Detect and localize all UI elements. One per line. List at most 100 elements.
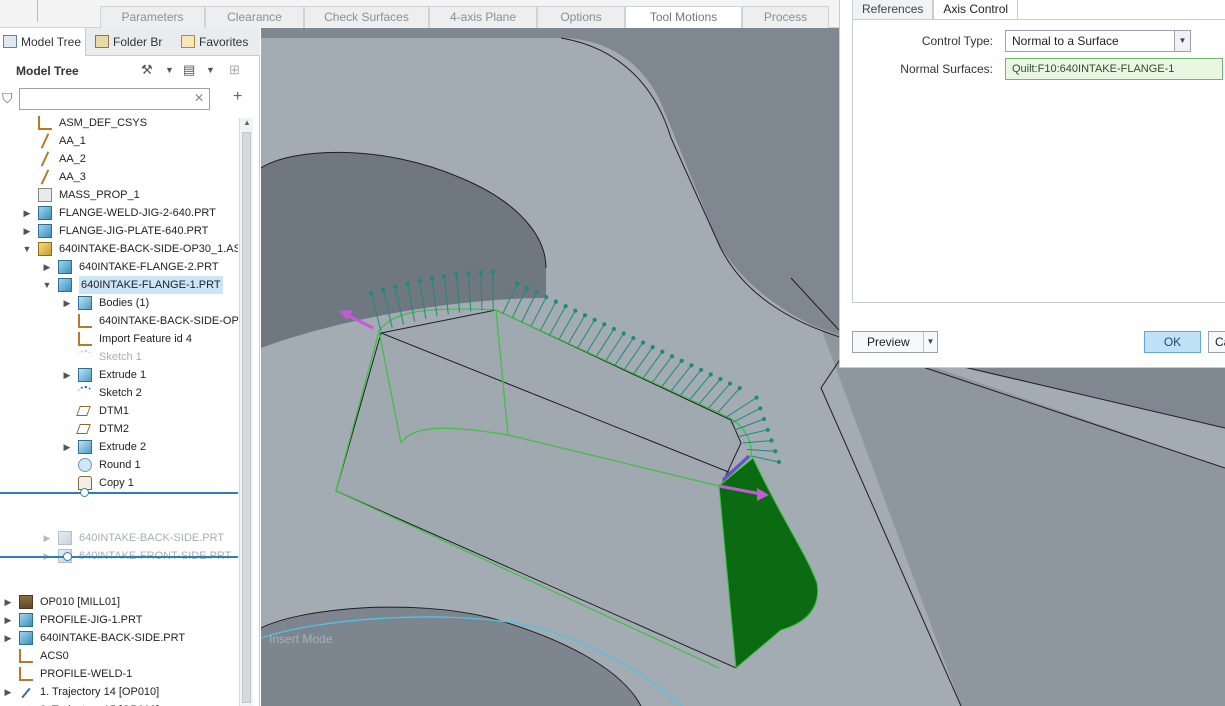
tree-item[interactable]: 640INTAKE-BACK-SIDE-OP30	[0, 312, 238, 330]
control-type-value: Normal to a Surface	[1012, 34, 1119, 48]
tree-item-label: Extrude 2	[99, 441, 147, 453]
scrollbar-thumb[interactable]	[242, 132, 251, 703]
chevron-down-icon[interactable]: ▼	[206, 65, 215, 83]
tree-item[interactable]: MASS_PROP_1	[0, 186, 238, 204]
tree-item[interactable]: ▶ OP010 [MILL01]	[0, 593, 238, 611]
show-icon[interactable]: ▤	[183, 62, 195, 80]
tree-item[interactable]: Round 1	[0, 456, 238, 474]
tree-item[interactable]: ▶ 640INTAKE-BACK-SIDE.PRT	[0, 529, 238, 547]
tab-options[interactable]: Options	[537, 6, 625, 28]
collapse-arrow-icon[interactable]: ▼	[42, 276, 52, 294]
expand-arrow-icon[interactable]: ▶	[42, 258, 52, 276]
nav-tab-folder-browser[interactable]: Folder Br	[95, 28, 167, 56]
tree-item[interactable]: Sketch 1	[0, 348, 238, 366]
expand-arrow-icon[interactable]: ▶	[3, 611, 13, 629]
tree-item[interactable]: ▼ 640INTAKE-FLANGE-1.PRT	[0, 276, 238, 294]
tree-item[interactable]: Import Feature id 4	[0, 330, 238, 348]
expand-arrow-icon[interactable]: ▶	[3, 629, 13, 647]
normal-vector-head	[708, 372, 713, 377]
tree-item[interactable]: DTM1	[0, 402, 238, 420]
tree-item[interactable]: AA_1	[0, 132, 238, 150]
tab-parameters[interactable]: Parameters	[100, 6, 205, 28]
part-icon	[38, 224, 52, 238]
preview-label: Preview	[867, 335, 910, 349]
expand-arrow-icon[interactable]: ▶	[3, 683, 13, 701]
chevron-down-icon[interactable]: ▼	[165, 65, 174, 83]
preview-button[interactable]: Preview ▼	[852, 331, 938, 353]
tree-item[interactable]: ▶ 640INTAKE-FLANGE-2.PRT	[0, 258, 238, 276]
nav-tab-model-tree[interactable]: Model Tree	[0, 28, 86, 56]
nav-tab-favorites[interactable]: Favorites	[181, 28, 260, 56]
ribbon-tabs: Parameters Clearance Check Surfaces 4-ax…	[100, 6, 829, 28]
expand-arrow-icon[interactable]: ▶	[22, 204, 32, 222]
tree-splitter[interactable]	[0, 556, 238, 558]
scroll-up-icon[interactable]: ▲	[241, 118, 253, 130]
tree-item-label: 640INTAKE-FLANGE-2.PRT	[79, 261, 219, 273]
tree-splitter[interactable]	[0, 492, 238, 494]
expand-arrow-icon[interactable]: ▶	[62, 438, 72, 456]
tree-scrollbar[interactable]: ▲	[239, 118, 253, 706]
expand-arrow-icon[interactable]: ▶	[22, 222, 32, 240]
tree-item[interactable]: AA_2	[0, 150, 238, 168]
tab-references[interactable]: References	[852, 0, 934, 20]
expand-arrow-icon[interactable]: ▶	[62, 366, 72, 384]
collapse-arrow-icon[interactable]: ▼	[22, 240, 32, 258]
close-icon[interactable]: ✕	[194, 91, 204, 105]
tree-item[interactable]: AA_3	[0, 168, 238, 186]
tree-item[interactable]: ASM_DEF_CSYS	[0, 114, 238, 132]
tree-columns-icon[interactable]: ⊞	[229, 62, 240, 80]
tree-item[interactable]: ▶ Extrude 1	[0, 366, 238, 384]
tree-settings-icon[interactable]: ⚒	[141, 62, 153, 80]
cancel-button[interactable]: Cancel	[1208, 331, 1225, 353]
control-type-label: Control Type:	[921, 34, 993, 48]
chevron-down-icon[interactable]: ▼	[923, 332, 937, 352]
operation-icon	[19, 595, 33, 609]
expand-arrow-icon[interactable]: ▶	[42, 529, 52, 547]
expand-arrow-icon[interactable]: ▶	[3, 701, 13, 706]
tree-item[interactable]: ▶ FLANGE-JIG-PLATE-640.PRT	[0, 222, 238, 240]
tab-axis-control[interactable]: Axis Control	[933, 0, 1019, 20]
splitter-handle[interactable]	[80, 488, 89, 497]
tree-item[interactable]: ▶ PROFILE-JIG-1.PRT	[0, 611, 238, 629]
mass-prop-icon	[38, 188, 52, 202]
tree-item[interactable]: ▶ 1. Trajectory 14 [OP010]	[0, 683, 238, 701]
tree-item[interactable]: ▶ Bodies (1)	[0, 294, 238, 312]
filter-icon[interactable]: ⛉	[2, 90, 13, 107]
extrude-icon	[78, 368, 92, 382]
tree-item[interactable]: ▶ FLANGE-WELD-JIG-2-640.PRT	[0, 204, 238, 222]
search-input[interactable]	[19, 88, 210, 110]
tree-item[interactable]: ▶ 2. Trajectory 15 [OP010]	[0, 701, 238, 706]
normal-vector-head	[524, 285, 530, 291]
tree-item[interactable]: Sketch 2	[0, 384, 238, 402]
tab-tool-motions[interactable]: Tool Motions	[625, 6, 742, 28]
normal-vector-head	[454, 272, 459, 277]
expand-arrow-icon[interactable]: ▶	[3, 593, 13, 611]
model-tree-icon	[3, 35, 17, 48]
expand-arrow-icon[interactable]: ▶	[62, 294, 72, 312]
normal-vector-head	[534, 290, 539, 295]
splitter-handle[interactable]	[63, 552, 72, 561]
chevron-down-icon[interactable]: ▼	[1174, 31, 1190, 51]
tree-item[interactable]: PROFILE-WELD-1	[0, 665, 238, 683]
tree-item[interactable]: ▶ Extrude 2	[0, 438, 238, 456]
nav-tab-label: Model Tree	[21, 35, 82, 49]
normal-vector-head	[466, 271, 471, 276]
ribbon-divider	[37, 0, 38, 22]
normal-vector-head	[368, 290, 374, 296]
tab-4-axis-plane[interactable]: 4-axis Plane	[429, 6, 537, 28]
tree-item[interactable]: DTM2	[0, 420, 238, 438]
tool-motion-dialog: References Axis Control Control Type: No…	[839, 0, 1225, 368]
round-icon	[78, 458, 92, 472]
tab-clearance[interactable]: Clearance	[205, 6, 304, 28]
normal-surfaces-collector[interactable]: Quilt:F10:640INTAKE-FLANGE-1	[1005, 58, 1223, 80]
tree-item[interactable]: ▼ 640INTAKE-BACK-SIDE-OP30_1.ASM	[0, 240, 238, 258]
tab-check-surfaces[interactable]: Check Surfaces	[304, 6, 429, 28]
tab-process[interactable]: Process	[742, 6, 829, 28]
ok-button[interactable]: OK	[1144, 331, 1201, 353]
tree-item[interactable]: ▶ 640INTAKE-BACK-SIDE.PRT	[0, 629, 238, 647]
add-icon[interactable]: +	[233, 88, 242, 106]
tree-item[interactable]: ACS0	[0, 647, 238, 665]
tree-item[interactable]: Copy 1	[0, 474, 238, 492]
control-type-select[interactable]: Normal to a Surface ▼	[1005, 30, 1191, 52]
dialog-tabs: References Axis Control	[852, 0, 1019, 20]
